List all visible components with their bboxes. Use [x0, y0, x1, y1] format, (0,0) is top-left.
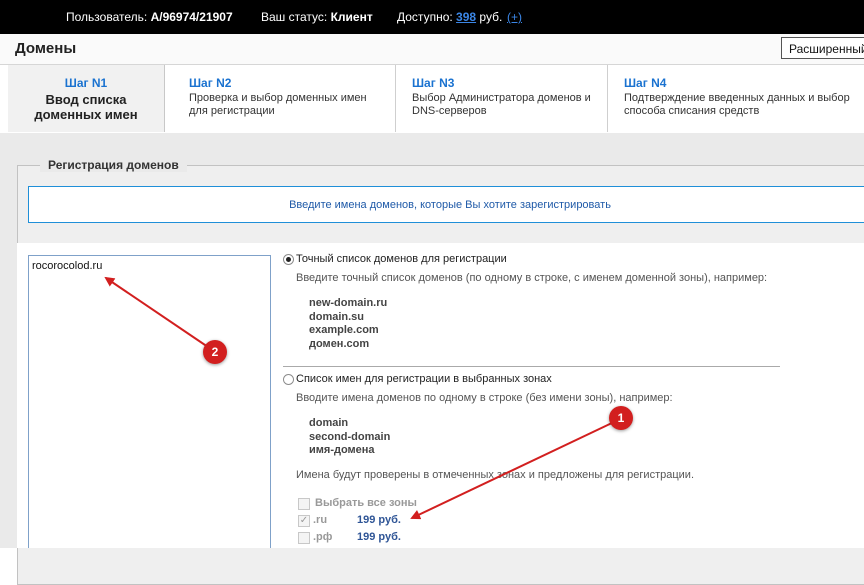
step-4-desc: Подтверждение введенных данных и выбор с…	[624, 92, 850, 117]
zones-list-radio[interactable]	[283, 374, 294, 385]
top-status-bar: Пользователь: A/96974/21907 Ваш статус: …	[0, 0, 864, 34]
step-1-desc: Ввод списка доменных имен	[34, 92, 138, 122]
user-info: Пользователь: A/96974/21907	[66, 10, 233, 24]
step-4-tab[interactable]: Шаг N4 Подтверждение введенных данных и …	[616, 65, 864, 132]
zones-list-label[interactable]: Список имен для регистрации в выбранных …	[296, 373, 552, 385]
status-info: Ваш статус: Клиент	[261, 10, 373, 24]
options-divider	[283, 366, 780, 367]
exact-list-hint: Введите точный список доменов (по одному…	[296, 272, 768, 284]
step-2-desc: Проверка и выбор доменных имен для регис…	[189, 92, 367, 117]
step-1-number: Шаг N1	[64, 76, 108, 90]
select-all-zones-label[interactable]: Выбрать все зоны	[315, 497, 417, 509]
exact-list-label[interactable]: Точный список доменов для регистрации	[296, 253, 507, 265]
step-2-tab[interactable]: Шаг N2 Проверка и выбор доменных имен дл…	[181, 65, 396, 132]
zones-note: Имена будут проверены в отмеченных зонах…	[296, 469, 694, 481]
zone-ru-label: .ru	[313, 514, 328, 526]
advanced-mode-button[interactable]: Расширенный и	[781, 37, 864, 59]
example-item: second-domain	[309, 430, 391, 443]
zones-list-hint: Вводите имена доменов по одному в строке…	[296, 392, 673, 404]
step-3-desc: Выбор Администратора доменов и DNS-серве…	[412, 92, 591, 117]
exact-list-radio[interactable]	[283, 254, 294, 265]
exact-examples: new-domain.ru domain.su example.com доме…	[309, 297, 387, 351]
balance-label: Доступно:	[397, 10, 453, 24]
topup-link[interactable]: (+)	[507, 10, 522, 24]
step-1-tab[interactable]: Шаг N1 Ввод списка доменных имен	[8, 65, 165, 132]
example-item: example.com	[309, 324, 379, 336]
example-item: new-domain.ru	[309, 297, 388, 309]
balance-info: Доступно: 398 руб.	[397, 10, 502, 24]
select-all-zones-checkbox[interactable]	[298, 498, 310, 510]
zone-ru-price: 199 руб.	[357, 514, 401, 526]
zone-ru-checkbox[interactable]: ✓	[298, 515, 310, 527]
fieldset-legend: Регистрация доменов	[40, 158, 187, 172]
domains-textarea[interactable]	[28, 255, 271, 548]
example-item: домен.com	[309, 337, 370, 350]
annotation-badge-2: 2	[203, 340, 227, 364]
status-value: Клиент	[330, 10, 373, 24]
zones-examples: domain second-domain имя-домена	[309, 417, 390, 458]
example-item: domain	[309, 417, 349, 429]
example-item: domain.su	[309, 310, 365, 323]
user-id: A/96974/21907	[150, 10, 233, 24]
balance-currency: руб.	[479, 10, 503, 24]
annotation-badge-1: 1	[609, 406, 633, 430]
zone-rf-price: 199 руб.	[357, 531, 401, 543]
title-bar: Домены Расширенный и	[0, 34, 864, 65]
zone-rf-checkbox[interactable]	[298, 532, 310, 544]
step-4-number: Шаг N4	[624, 76, 667, 90]
balance-link[interactable]: 398	[456, 10, 476, 24]
step-3-tab[interactable]: Шаг N3 Выбор Администратора доменов и DN…	[404, 65, 608, 132]
step-2-number: Шаг N2	[189, 76, 232, 90]
page-title: Домены	[15, 40, 77, 57]
zone-rf-label: .рф	[313, 531, 333, 543]
status-label: Ваш статус:	[261, 10, 328, 24]
step-3-number: Шаг N3	[412, 76, 455, 90]
info-message: Введите имена доменов, которые Вы хотите…	[28, 186, 864, 223]
wizard-steps: Шаг N1 Ввод списка доменных имен Шаг N2 …	[0, 65, 864, 132]
user-label: Пользователь:	[66, 10, 148, 24]
example-item: имя-домена	[309, 444, 375, 456]
